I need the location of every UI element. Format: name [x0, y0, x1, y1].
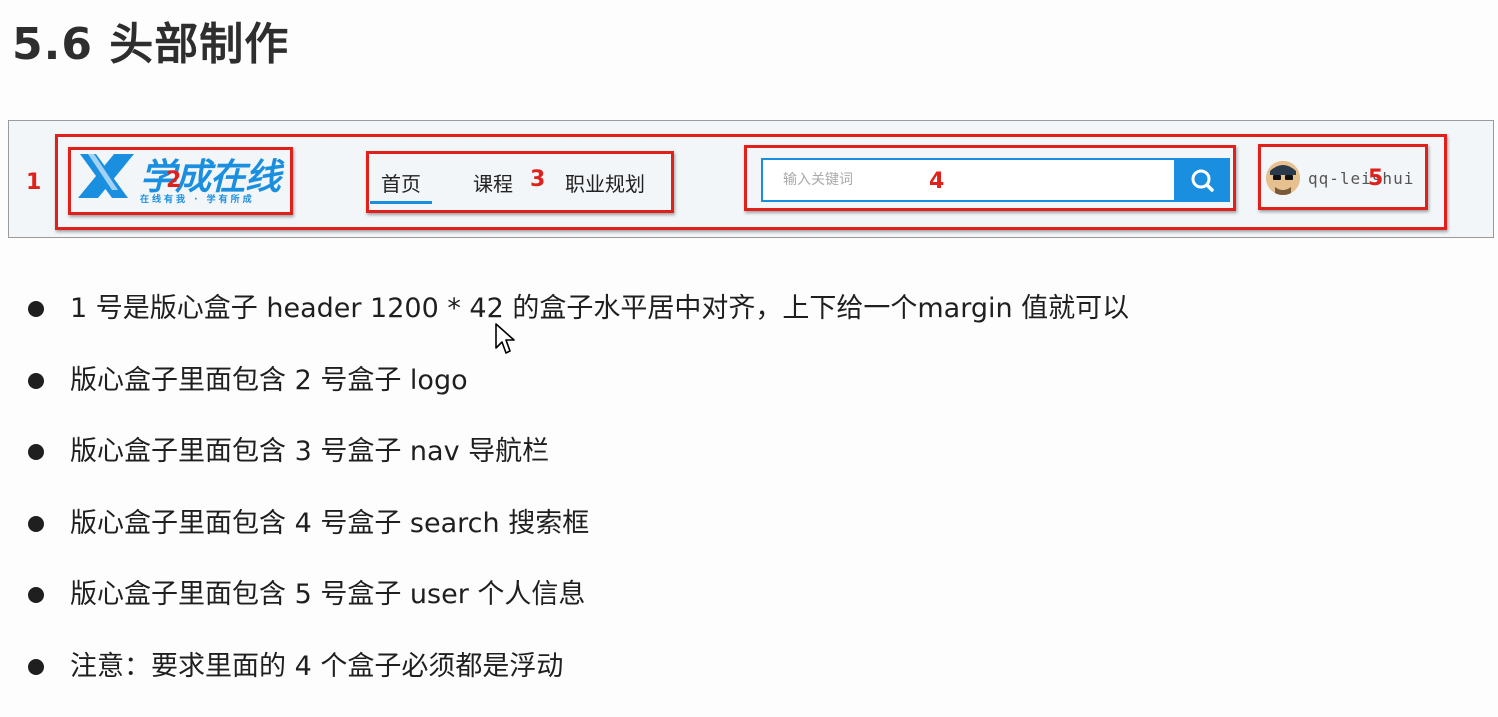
avatar[interactable]: [1266, 161, 1300, 195]
bullet-dot-icon: [28, 301, 44, 317]
annotation-number-4: 4: [929, 169, 944, 194]
search-button[interactable]: [1174, 158, 1230, 202]
logo-x-icon: [74, 150, 136, 202]
list-item: 版心盒子里面包含 3 号盒子 nav 导航栏: [28, 431, 1129, 503]
search-icon: [1174, 158, 1230, 202]
bullet-dot-icon: [28, 659, 44, 675]
annotation-number-3: 3: [530, 167, 545, 192]
bullet-dot-icon: [28, 444, 44, 460]
avatar-face-icon: [1266, 161, 1300, 195]
nav-active-underline: [370, 201, 432, 204]
nav-item-career[interactable]: 职业规划: [565, 168, 645, 197]
bullet-list: 1 号是版心盒子 header 1200 * 42 的盒子水平居中对齐，上下给一…: [28, 288, 1129, 717]
list-item: 1 号是版心盒子 header 1200 * 42 的盒子水平居中对齐，上下给一…: [28, 288, 1129, 360]
annotation-number-1: 1: [26, 170, 41, 195]
search-input[interactable]: 输入关键词: [761, 158, 1175, 202]
page-title: 5.6 头部制作: [12, 8, 289, 72]
list-item: 注意：要求里面的 4 个盒子必须都是浮动: [28, 646, 1129, 717]
bullet-dot-icon: [28, 516, 44, 532]
mouse-cursor-icon: [494, 322, 516, 356]
bullet-dot-icon: [28, 587, 44, 603]
nav-item-home[interactable]: 首页: [381, 168, 421, 197]
list-item: 版心盒子里面包含 5 号盒子 user 个人信息: [28, 574, 1129, 646]
list-item: 版心盒子里面包含 2 号盒子 logo: [28, 360, 1129, 432]
list-item: 版心盒子里面包含 4 号盒子 search 搜索框: [28, 503, 1129, 575]
annotation-number-2: 2: [166, 168, 181, 193]
logo-slogan: 在线有我 · 学有所成: [140, 192, 255, 205]
nav-item-courses[interactable]: 课程: [473, 168, 513, 197]
bullet-dot-icon: [28, 373, 44, 389]
username[interactable]: qq-leishui: [1308, 169, 1414, 188]
annotation-number-5: 5: [1368, 166, 1383, 191]
